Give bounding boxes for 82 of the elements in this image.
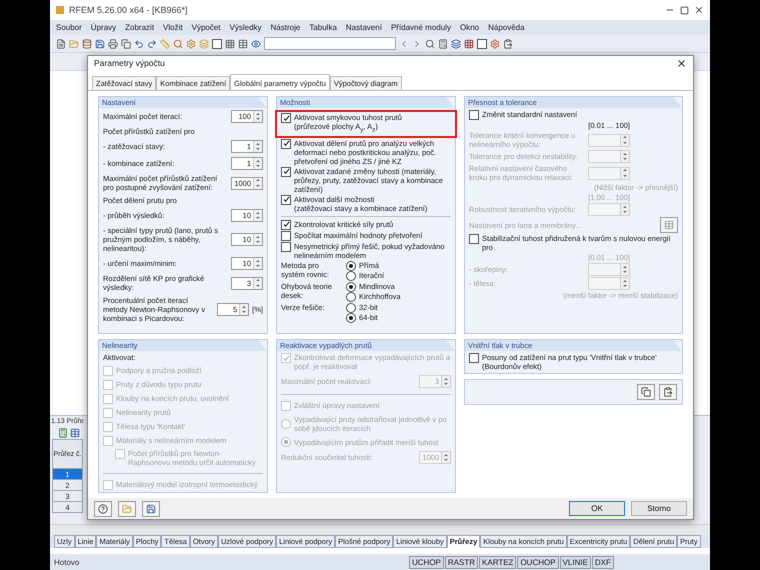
clipboard-icon[interactable] [503,38,513,48]
menu-item[interactable]: Výsledky [230,23,262,32]
eye-icon[interactable] [251,38,261,48]
status-toggle[interactable]: DXF [592,556,614,568]
clipboard-icon [663,387,673,397]
menu-item[interactable]: Výpočet [192,23,221,32]
status-toggle[interactable]: OUCHOP [517,556,559,568]
checkbox[interactable] [281,166,291,176]
search-icon[interactable] [425,38,435,48]
table-icon[interactable] [70,428,80,438]
save-icon [146,504,156,514]
menu-item[interactable]: Přídavné moduly [390,23,451,32]
grid-icon[interactable] [225,38,235,48]
status-toggle[interactable]: KARTEZ [479,556,516,568]
menu-item[interactable]: Nástroje [270,23,300,32]
layers-icon[interactable] [451,38,461,48]
copy-icon [641,387,651,397]
close-icon[interactable] [694,5,704,15]
app-logo-icon [56,6,64,14]
gear-icon[interactable] [490,38,500,48]
dialog-button[interactable]: Storno [631,501,687,516]
checkbox[interactable] [281,230,291,240]
number-field[interactable] [588,263,630,276]
save-button[interactable] [142,500,160,516]
checkbox[interactable] [281,113,291,123]
table-icon[interactable] [238,38,248,48]
checkbox[interactable] [281,138,291,148]
menu-item[interactable]: Okno [460,23,480,32]
document-icon[interactable] [56,38,66,48]
checkbox[interactable] [469,353,479,363]
calculator-icon[interactable] [438,38,448,48]
menu-item[interactable]: Zobrazit [125,23,154,32]
copy-icon[interactable] [121,38,131,48]
close-icon[interactable] [676,58,687,68]
status-text: Hotovo [54,558,80,566]
redo-icon[interactable] [147,38,157,48]
open-button[interactable] [118,500,136,516]
status-toggle[interactable]: UCHOP [409,556,444,568]
checkbox[interactable] [281,242,291,252]
checkbox[interactable] [281,194,291,204]
number-field[interactable] [588,166,630,180]
undo-icon[interactable] [134,38,144,48]
menu-item[interactable]: Soubor [56,23,82,32]
menu-item[interactable]: Úpravy [90,23,116,32]
radio-button[interactable] [346,270,356,280]
radio-button[interactable] [346,302,356,312]
radio-button[interactable] [346,312,356,322]
menu-item[interactable]: Nápověda [488,23,525,32]
database-icon[interactable] [82,38,92,48]
export-button[interactable] [659,384,677,400]
menu-item[interactable]: Tabulka [309,23,337,32]
gear-icon[interactable] [186,38,196,48]
menu-item[interactable]: Vložit [163,23,183,32]
radio-button[interactable] [346,260,356,270]
status-toggle[interactable]: VLINIE [560,556,591,568]
checkbox[interactable] [281,220,291,230]
help-icon [98,504,108,514]
help-button[interactable] [94,500,112,516]
dialog-button[interactable]: OK [569,501,625,516]
number-field[interactable] [588,203,630,216]
menu-item[interactable]: Nastavení [346,23,382,32]
search-icon[interactable] [173,38,183,48]
calculator-icon[interactable] [58,428,68,438]
checkbox[interactable] [469,110,479,120]
printer-icon[interactable] [108,38,118,48]
status-toggle[interactable]: RASTR [444,556,478,568]
save-icon[interactable] [95,38,105,48]
number-field[interactable] [588,134,630,146]
settings-button[interactable] [660,217,678,233]
window-title: RFEM 5.26.00 x64 - [KB966*] [69,5,189,15]
folder-icon [122,504,132,514]
table-icon [664,220,674,230]
dialog-title: Parametry výpočtu [94,58,165,68]
scrollbar[interactable] [50,524,710,534]
import-button[interactable] [637,384,655,400]
maximize-icon[interactable] [680,6,689,14]
number-field[interactable] [588,150,630,163]
checkbox[interactable] [469,234,479,244]
radio-button[interactable] [346,282,356,292]
number-field[interactable] [588,277,630,290]
radio-button[interactable] [346,292,356,302]
grid-icon[interactable] [464,38,474,48]
